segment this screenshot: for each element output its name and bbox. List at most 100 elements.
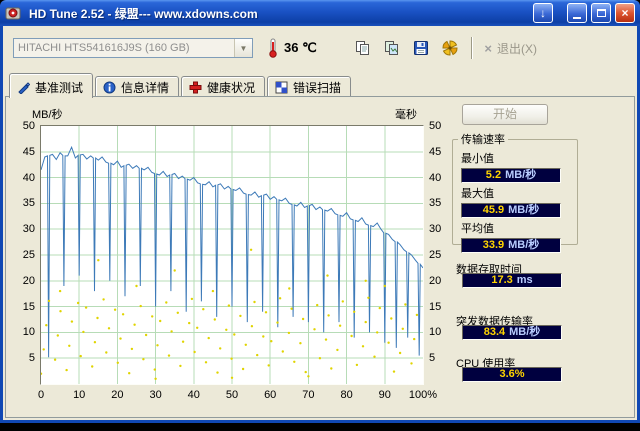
max-value-label: 最大值: [461, 188, 494, 200]
tab-info-label: 信息详情: [121, 80, 170, 95]
copy-image-button[interactable]: [377, 35, 406, 61]
y-axis-tick-right: 40: [429, 171, 442, 184]
drive-select[interactable]: HITACHI HTS541616J9S (160 GB) ▼: [13, 38, 253, 58]
x-axis-tick: 40: [187, 389, 200, 401]
y-right-axis-title: 毫秒: [395, 109, 417, 121]
y-axis-tick-right: 5: [429, 352, 436, 365]
y-axis-tick-right: 20: [429, 274, 442, 287]
transfer-rate-group-title: 传输速率: [461, 134, 505, 146]
y-axis-tick-left: 5: [28, 352, 35, 365]
options-icon: [442, 40, 458, 56]
cpu-usage-box: 3.6%: [462, 367, 562, 382]
minimize-button[interactable]: [567, 3, 587, 23]
benchmark-icon: [18, 81, 30, 94]
y-axis-tick-left: 35: [22, 197, 35, 210]
download-button[interactable]: ↓: [533, 3, 553, 23]
benchmark-chart-svg: [41, 126, 423, 384]
y-axis-tick-left: 40: [22, 171, 35, 184]
drive-select-value: HITACHI HTS541616J9S (160 GB): [18, 42, 190, 54]
options-button[interactable]: [435, 35, 464, 61]
toolbar-separator: [471, 37, 474, 59]
x-axis-tick: 90: [378, 389, 391, 401]
health-icon: [189, 81, 202, 93]
window-body: HITACHI HTS541616J9S (160 GB) ▼ 36 ℃ × 退…: [0, 26, 640, 423]
burst-rate-value: 83.4: [483, 326, 506, 338]
benchmark-panel: MB/秒 毫秒 开始 传输速率 最小值 5.2 MB/秒 最大值 45.9 MB…: [5, 96, 635, 418]
y-axis-tick-right: 15: [429, 300, 442, 313]
max-value: 45.9: [482, 204, 505, 216]
x-axis-tick: 10: [73, 389, 86, 401]
copy-text-button[interactable]: [348, 35, 377, 61]
access-time-box: 17.3 ms: [462, 273, 562, 288]
scan-icon: [275, 81, 288, 93]
y-axis-tick-left: 30: [22, 223, 35, 236]
max-value-box: 45.9 MB/秒: [461, 203, 561, 218]
tab-health[interactable]: 健康状况: [181, 76, 266, 97]
save-icon: [413, 41, 428, 55]
y-axis-tick-left: 45: [22, 145, 35, 158]
access-time-value: 17.3: [491, 274, 513, 286]
tab-error-scan[interactable]: 错误扫描: [267, 76, 352, 97]
x-axis-tick: 20: [111, 389, 124, 401]
x-axis-tick: 100%: [408, 389, 438, 401]
avg-value-box: 33.9 MB/秒: [461, 238, 561, 253]
title-bar[interactable]: HD Tune 2.52 - 绿盟--- www.xdowns.com ↓ ×: [0, 0, 640, 26]
info-icon: [103, 81, 116, 93]
x-axis-tick: 60: [264, 389, 277, 401]
exit-button[interactable]: × 退出(X): [480, 38, 541, 59]
max-unit: MB/秒: [508, 204, 540, 216]
x-axis-tick: 0: [37, 389, 45, 401]
close-icon: ×: [621, 6, 629, 20]
y-axis-tick-left: 25: [22, 249, 35, 261]
tab-health-label: 健康状况: [207, 80, 256, 95]
avg-value: 33.9: [482, 239, 505, 251]
min-value-box: 5.2 MB/秒: [461, 168, 561, 183]
y-axis-tick-right: 25: [429, 249, 442, 261]
exit-x-icon: ×: [484, 40, 492, 56]
y-axis-tick-left: 20: [22, 274, 35, 287]
minimize-icon: [573, 16, 581, 19]
copy-image-icon: [384, 41, 398, 55]
exit-label: 退出(X): [497, 41, 537, 56]
tab-strip: 基准测试 信息详情 健康状况 错误扫描: [5, 70, 635, 98]
transfer-rate-group: 传输速率 最小值 5.2 MB/秒 最大值 45.9 MB/秒 平均值 33.9…: [452, 131, 578, 253]
start-button[interactable]: 开始: [462, 104, 548, 125]
save-button[interactable]: [406, 35, 435, 61]
tab-info[interactable]: 信息详情: [95, 76, 180, 97]
burst-rate-box: 83.4 MB/秒: [462, 325, 562, 340]
x-axis-tick: 80: [340, 389, 353, 401]
x-axis-tick: 50: [225, 389, 239, 401]
avg-unit: MB/秒: [508, 239, 540, 251]
y-axis-tick-right: 30: [429, 223, 442, 236]
download-icon: ↓: [540, 6, 546, 20]
burst-rate-unit: MB/秒: [509, 326, 541, 338]
maximize-icon: [596, 9, 606, 17]
tab-error-scan-label: 错误扫描: [293, 80, 342, 95]
y-axis-tick-right: 35: [429, 197, 442, 210]
tab-benchmark-label: 基准测试: [35, 80, 84, 95]
x-axis-tick: 70: [302, 389, 315, 401]
y-axis-tick-left: 50: [22, 120, 35, 132]
temperature-label: 36 ℃: [284, 40, 317, 55]
y-axis-tick-left: 15: [22, 300, 35, 313]
x-axis-tick: 30: [149, 389, 162, 401]
app-icon: [5, 5, 21, 21]
toolbar-buttons: × 退出(X): [348, 35, 627, 61]
chevron-down-icon: ▼: [234, 39, 252, 57]
cpu-usage-value: 3.6%: [499, 368, 525, 380]
min-value-label: 最小值: [461, 153, 494, 165]
close-button[interactable]: ×: [615, 3, 635, 23]
copy-text-icon: [355, 41, 369, 55]
toolbar: HITACHI HTS541616J9S (160 GB) ▼ 36 ℃ × 退…: [3, 26, 637, 70]
thermometer-icon: [267, 38, 279, 58]
tab-benchmark[interactable]: 基准测试: [9, 73, 94, 98]
window-title: HD Tune 2.52 - 绿盟--- www.xdowns.com: [29, 6, 258, 21]
maximize-button[interactable]: [591, 3, 611, 23]
access-time-unit: ms: [516, 274, 533, 286]
y-axis-tick-left: 10: [22, 326, 35, 339]
y-axis-tick-right: 50: [429, 120, 442, 132]
temperature-indicator: 36 ℃: [267, 38, 317, 58]
min-value: 5.2: [485, 169, 502, 181]
benchmark-chart: [40, 125, 424, 385]
y-axis-tick-right: 45: [429, 145, 442, 158]
